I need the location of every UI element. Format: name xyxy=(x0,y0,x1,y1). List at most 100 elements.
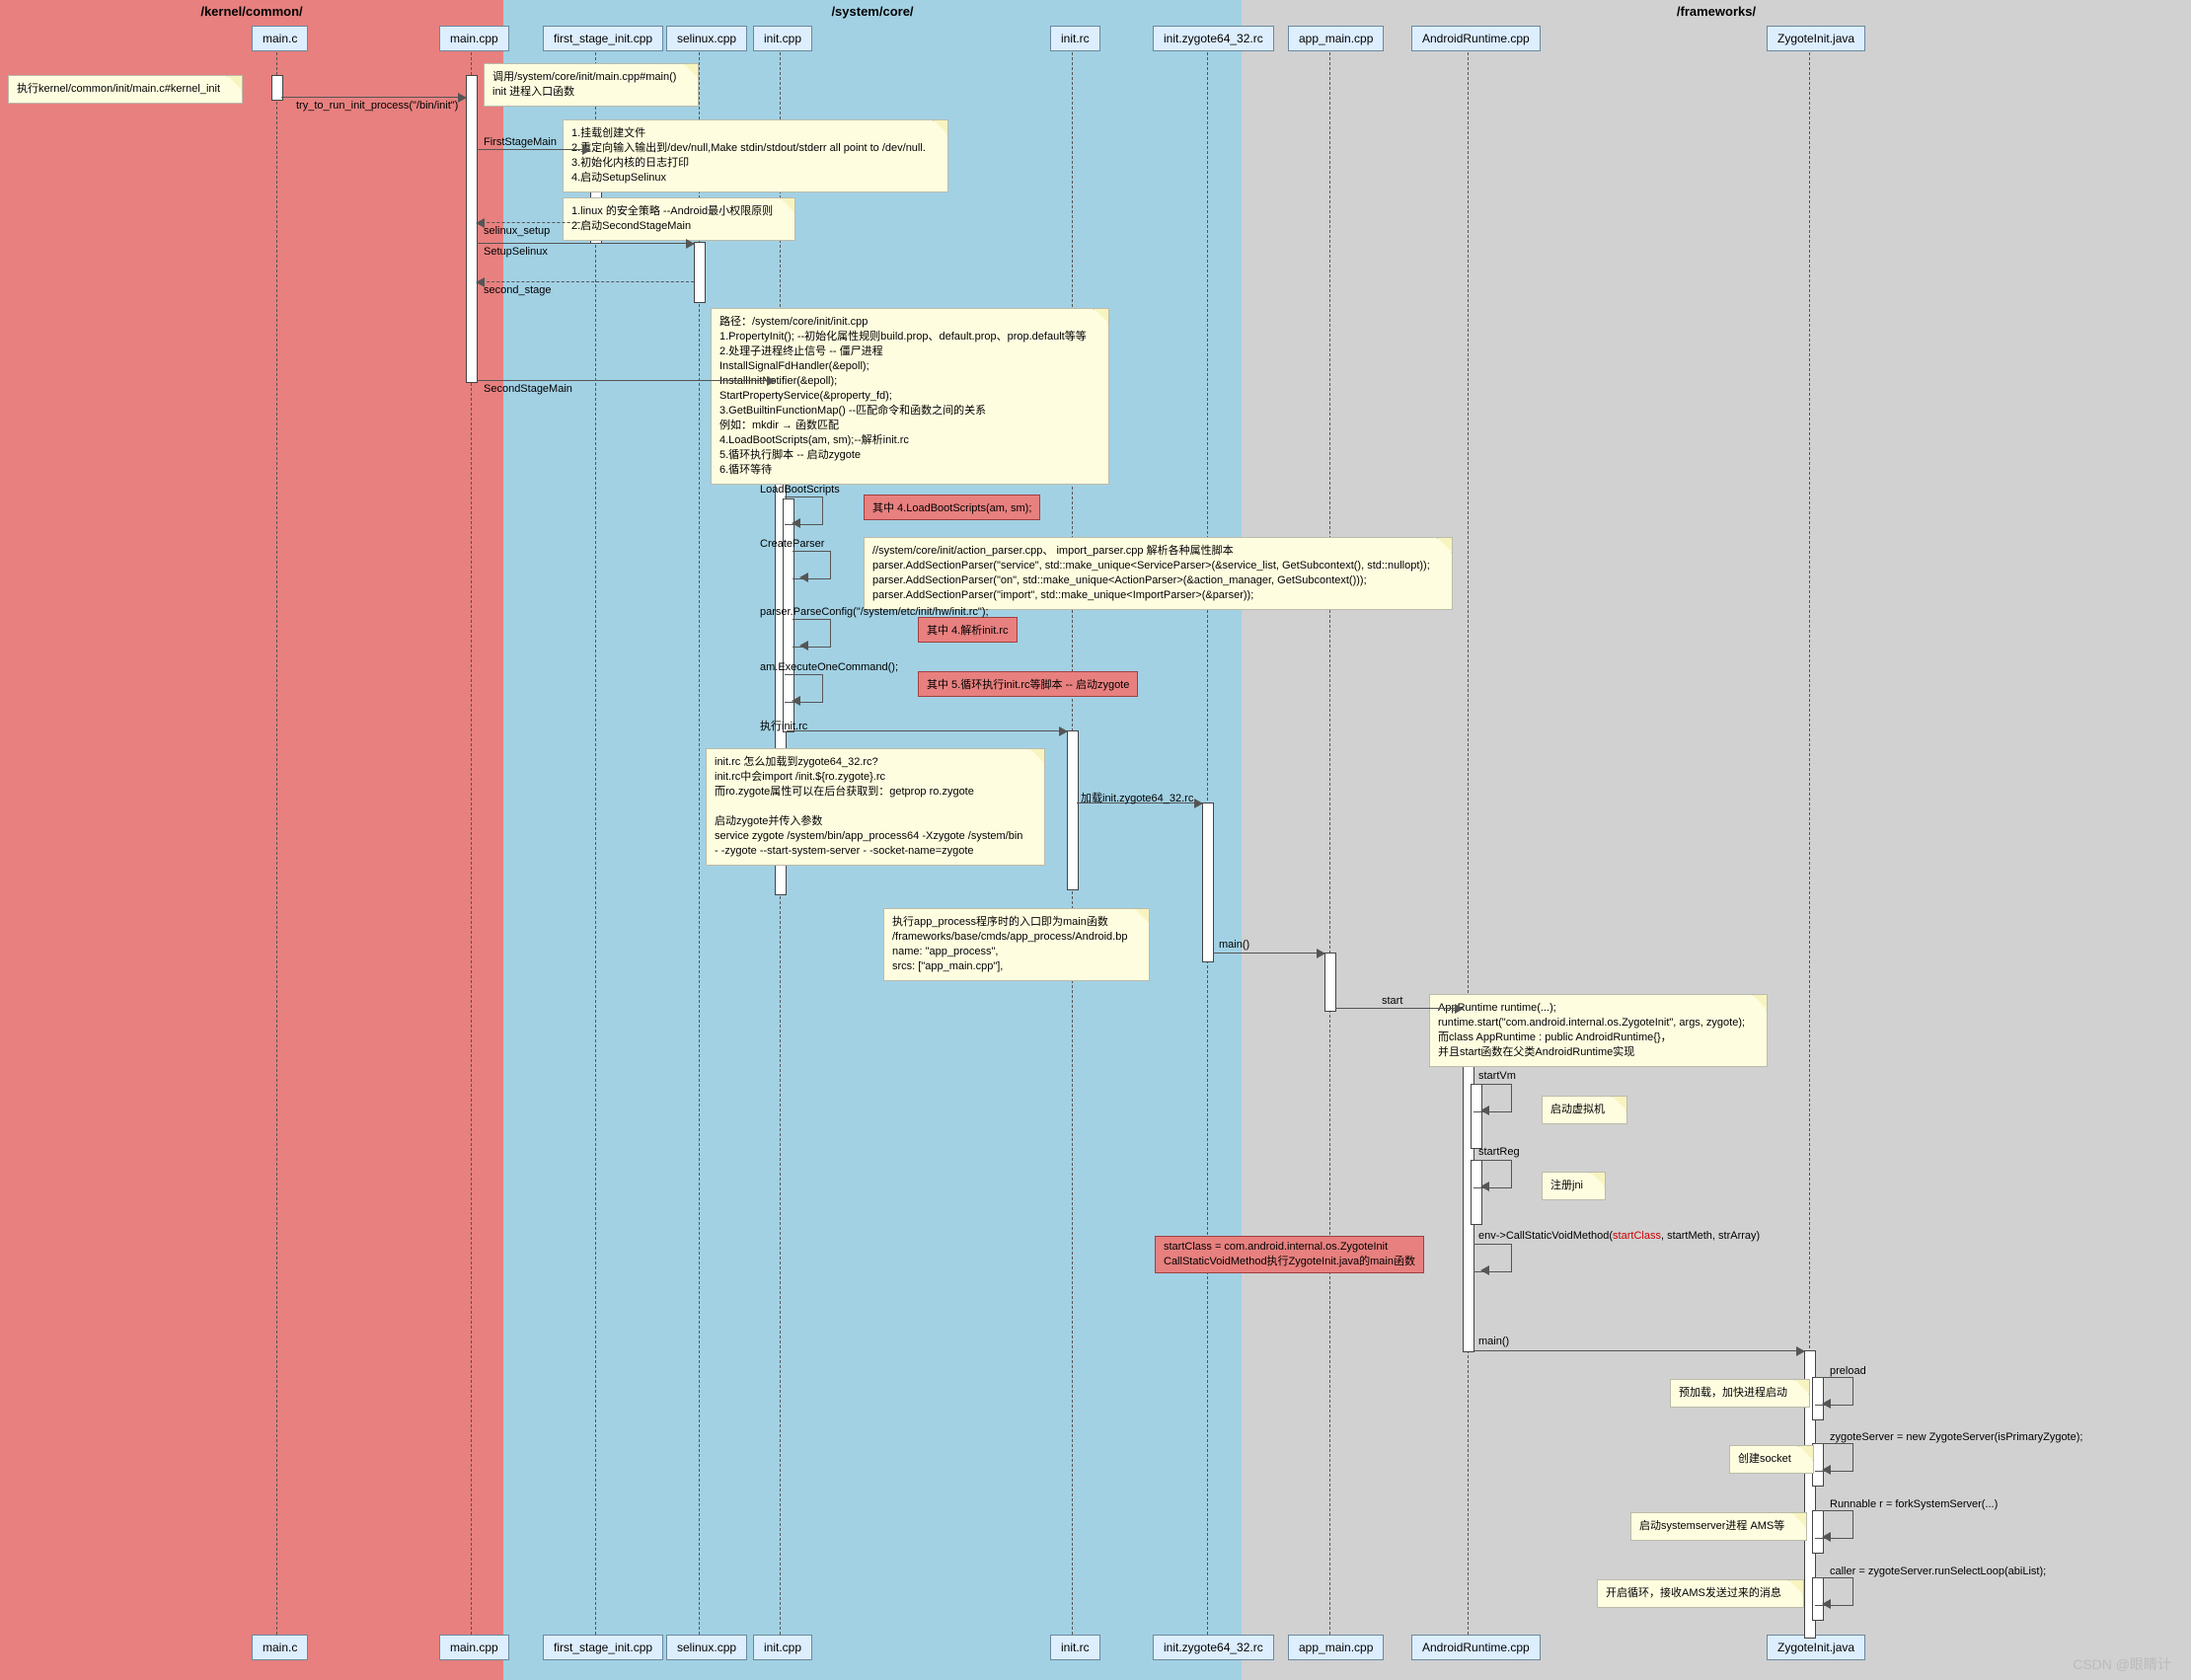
lbl-secondstagemain: SecondStageMain xyxy=(484,383,572,395)
lifeline-head-androidrt: AndroidRuntime.cpp xyxy=(1411,26,1541,51)
lbl-loadboot: LoadBootScripts xyxy=(760,484,840,496)
self-loadboot xyxy=(785,496,823,525)
act-maincpp xyxy=(466,75,478,383)
zone-title-frameworks: /frameworks/ xyxy=(1242,4,2191,19)
lifeline-mainc xyxy=(276,47,277,1635)
note-kernel-init: 执行kernel/common/init/main.c#kernel_init xyxy=(8,75,243,104)
self-preload xyxy=(1815,1377,1853,1406)
note-firststage: 1.挂载创建文件2.重定向输入输出到/dev/null,Make stdin/s… xyxy=(563,119,948,192)
msg-exec-initrc xyxy=(787,730,1067,731)
lifeline-foot-maincpp: main.cpp xyxy=(439,1635,509,1660)
note-maincpp: 调用/system/core/init/main.cpp#main()init … xyxy=(484,63,699,107)
msg-main2 xyxy=(1474,1350,1804,1351)
self-zysrv xyxy=(1815,1443,1853,1472)
note-fork: 启动systemserver进程 AMS等 xyxy=(1630,1512,1807,1541)
callout-loadboot: 其中 4.LoadBootScripts(am, sm); xyxy=(864,495,1040,520)
lifeline-foot-selinux: selinux.cpp xyxy=(666,1635,747,1660)
msg-main xyxy=(1213,953,1324,954)
lifeline-head-mainc: main.c xyxy=(252,26,308,51)
note-startvm: 启动虚拟机 xyxy=(1542,1096,1627,1124)
note-appruntime: AppRuntime runtime(...);runtime.start("c… xyxy=(1429,994,1768,1067)
zone-title-kernel: /kernel/common/ xyxy=(0,4,503,19)
note-selinux: 1.linux 的安全策略 --Android最小权限原则2.启动SecondS… xyxy=(563,197,795,241)
self-execonecmd xyxy=(785,674,823,703)
lbl-fork: Runnable r = forkSystemServer(...) xyxy=(1830,1498,1998,1510)
note-preload: 预加载，加快进程启动 xyxy=(1670,1379,1810,1408)
zone-kernel: /kernel/common/ xyxy=(0,0,503,1680)
lifeline-head-initcpp: init.cpp xyxy=(753,26,812,51)
msg-setup-selinux xyxy=(477,243,694,244)
lbl-selinux-setup: selinux_setup xyxy=(484,225,550,237)
self-startreg xyxy=(1473,1160,1512,1188)
msg-try-run xyxy=(281,97,466,98)
act-initrc xyxy=(1067,730,1079,890)
lbl-load-zy: 加载init.zygote64_32.rc xyxy=(1081,790,1193,805)
note-loop: 开启循环，接收AMS发送过来的消息 xyxy=(1597,1579,1804,1608)
msg-start xyxy=(1335,1008,1463,1009)
callout-startclass-l1: startClass = com.android.internal.os.Zyg… xyxy=(1164,1241,1388,1253)
lbl-parseconfig: parser.ParseConfig("/system/etc/init/hw/… xyxy=(760,606,989,618)
lbl-startvm: startVm xyxy=(1478,1070,1516,1082)
msg-firststage xyxy=(477,149,590,150)
lifeline-appmain xyxy=(1329,47,1330,1635)
self-fork xyxy=(1815,1510,1853,1539)
lifeline-foot-initcpp: init.cpp xyxy=(753,1635,812,1660)
msg-selinux-setup xyxy=(477,222,590,223)
note-socket: 创建socket xyxy=(1729,1445,1814,1474)
lifeline-androidrt xyxy=(1468,47,1469,1635)
callout-parseinit: 其中 4.解析init.rc xyxy=(918,617,1018,643)
lifeline-head-initrc: init.rc xyxy=(1050,26,1100,51)
lbl-callstatic-p1: env->CallStaticVoidMethod( xyxy=(1478,1230,1613,1242)
lbl-preload: preload xyxy=(1830,1365,1866,1377)
self-parseconfig xyxy=(793,619,831,648)
note-initrc: init.rc 怎么加载到zygote64_32.rc?init.rc中会imp… xyxy=(706,748,1045,866)
zone-title-system: /system/core/ xyxy=(503,4,1242,19)
lifeline-head-zyinit: ZygoteInit.java xyxy=(1767,26,1865,51)
lbl-execonecmd: am.ExecuteOneCommand(); xyxy=(760,661,898,673)
lbl-selloop: caller = zygoteServer.runSelectLoop(abiL… xyxy=(1830,1565,2046,1577)
msg-second-stage xyxy=(477,281,694,282)
lbl-firststage: FirstStageMain xyxy=(484,136,557,148)
lifeline-head-appmain: app_main.cpp xyxy=(1288,26,1384,51)
lifeline-firststage xyxy=(595,47,596,1635)
act-zy6432 xyxy=(1202,802,1214,962)
lbl-exec-initrc: 执行init.rc xyxy=(760,718,807,733)
lifeline-head-maincpp: main.cpp xyxy=(439,26,509,51)
act-selinux xyxy=(694,242,706,303)
lifeline-foot-zyinit: ZygoteInit.java xyxy=(1767,1635,1865,1660)
lifeline-foot-firststage: first_stage_init.cpp xyxy=(543,1635,663,1660)
msg-secondstagemain xyxy=(477,380,775,381)
lbl-startreg: startReg xyxy=(1478,1146,1520,1158)
lifeline-foot-mainc: main.c xyxy=(252,1635,308,1660)
note-startreg: 注册jni xyxy=(1542,1172,1606,1200)
lbl-callstatic: env->CallStaticVoidMethod(startClass, st… xyxy=(1478,1230,1760,1242)
act-appmain xyxy=(1324,953,1336,1012)
lbl-callstatic-p2: , startMeth, strArray) xyxy=(1661,1230,1760,1242)
lbl-second-stage: second_stage xyxy=(484,284,552,296)
self-callstatic xyxy=(1473,1244,1512,1272)
lifeline-head-firststage: first_stage_init.cpp xyxy=(543,26,663,51)
self-selloop xyxy=(1815,1577,1853,1606)
callout-startclass-l2: CallStaticVoidMethod执行ZygoteInit.java的ma… xyxy=(1164,1256,1415,1267)
lbl-start: start xyxy=(1382,995,1402,1007)
lbl-setup-selinux: SetupSelinux xyxy=(484,246,548,258)
self-startvm xyxy=(1473,1084,1512,1112)
lbl-main2: main() xyxy=(1478,1336,1509,1347)
lbl-createparser: CreateParser xyxy=(760,538,824,550)
callout-startclass: startClass = com.android.internal.os.Zyg… xyxy=(1155,1236,1424,1273)
lifeline-foot-zy6432: init.zygote64_32.rc xyxy=(1153,1635,1274,1660)
lifeline-foot-appmain: app_main.cpp xyxy=(1288,1635,1384,1660)
self-createparser xyxy=(793,551,831,579)
lbl-try-run: try_to_run_init_process("/bin/init") xyxy=(296,100,458,112)
lifeline-foot-initrc: init.rc xyxy=(1050,1635,1100,1660)
lbl-zysrv: zygoteServer = new ZygoteServer(isPrimar… xyxy=(1830,1431,2082,1443)
zone-frameworks: /frameworks/ xyxy=(1242,0,2191,1680)
lifeline-head-selinux: selinux.cpp xyxy=(666,26,747,51)
watermark: CSDN @眼睛计 xyxy=(2073,1654,2171,1674)
lbl-main: main() xyxy=(1219,939,1249,951)
callout-execcmd: 其中 5.循环执行init.rc等脚本 -- 启动zygote xyxy=(918,671,1138,697)
lifeline-foot-androidrt: AndroidRuntime.cpp xyxy=(1411,1635,1541,1660)
note-parser: //system/core/init/action_parser.cpp、 im… xyxy=(864,537,1453,610)
lifeline-head-zy6432: init.zygote64_32.rc xyxy=(1153,26,1274,51)
lbl-callstatic-cls: startClass xyxy=(1613,1230,1661,1242)
